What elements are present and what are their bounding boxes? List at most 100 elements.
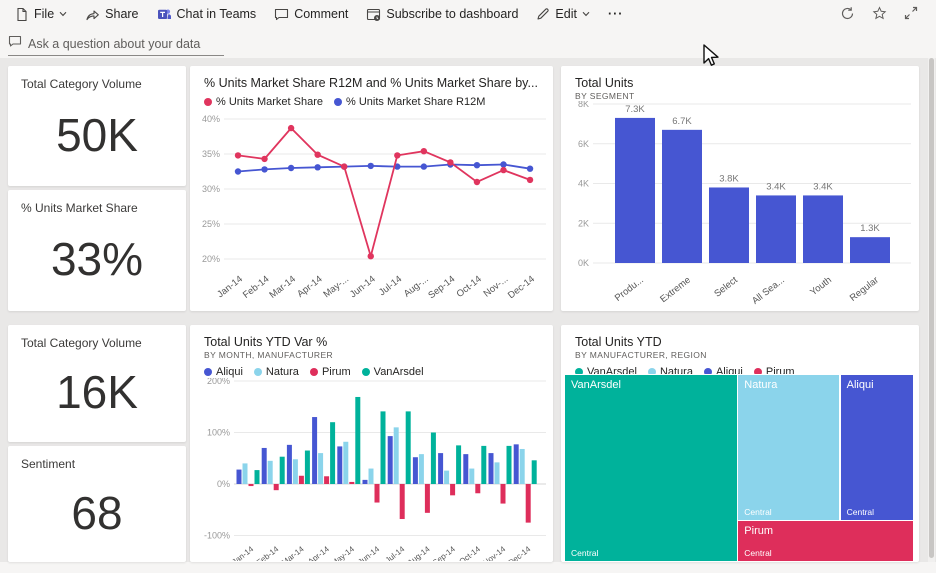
bar[interactable] — [709, 187, 749, 263]
bar[interactable] — [495, 462, 500, 484]
bar[interactable] — [520, 449, 525, 484]
bar[interactable] — [388, 436, 393, 484]
bar[interactable] — [312, 417, 317, 484]
bar[interactable] — [343, 442, 348, 484]
bar[interactable] — [293, 459, 298, 484]
bar[interactable] — [532, 460, 537, 484]
bar[interactable] — [255, 470, 260, 484]
legend-item[interactable]: Natura — [254, 366, 299, 378]
data-point[interactable] — [474, 179, 480, 185]
bar[interactable] — [456, 445, 461, 484]
data-point[interactable] — [368, 253, 374, 259]
bar[interactable] — [463, 454, 468, 484]
legend-item[interactable]: Aliqui — [204, 366, 243, 378]
bar[interactable] — [262, 448, 267, 484]
treemap-node[interactable]: AliquiCentral — [841, 375, 913, 520]
vertical-scrollbar-track[interactable] — [928, 58, 935, 562]
data-point[interactable] — [447, 159, 453, 165]
chat-in-teams-button[interactable]: Chat in Teams — [148, 1, 266, 27]
bar[interactable] — [425, 484, 430, 513]
legend-item[interactable]: VanArsdel — [362, 366, 424, 378]
data-point[interactable] — [500, 167, 506, 173]
data-point[interactable] — [421, 163, 427, 169]
bar[interactable] — [481, 446, 486, 484]
bar[interactable] — [249, 484, 254, 486]
bar[interactable] — [318, 453, 323, 484]
bar[interactable] — [450, 484, 455, 495]
bar[interactable] — [274, 484, 279, 490]
bar[interactable] — [662, 130, 702, 263]
expand-icon[interactable] — [900, 2, 922, 24]
bar[interactable] — [268, 461, 273, 484]
bar[interactable] — [475, 484, 480, 493]
bar[interactable] — [444, 471, 449, 484]
bar[interactable] — [489, 453, 494, 484]
bar[interactable] — [349, 482, 354, 484]
kpi-tile-total-category-volume-16k[interactable]: Total Category Volume 16K — [8, 325, 186, 442]
bar[interactable] — [394, 427, 399, 484]
bar[interactable] — [438, 453, 443, 484]
bar[interactable] — [381, 411, 386, 484]
bar[interactable] — [337, 446, 342, 484]
data-point[interactable] — [527, 177, 533, 183]
refresh-icon[interactable] — [836, 2, 858, 24]
bar[interactable] — [400, 484, 405, 519]
kpi-tile-sentiment[interactable]: Sentiment 68 — [8, 446, 186, 562]
data-point[interactable] — [394, 152, 400, 158]
treemap-node[interactable]: PirumCentral — [738, 521, 913, 561]
tile-ytd-var-chart[interactable]: Total Units YTD Var % BY MONTH, MANUFACT… — [190, 325, 553, 562]
bar[interactable] — [615, 118, 655, 263]
data-point[interactable] — [314, 152, 320, 158]
bar[interactable] — [330, 422, 335, 484]
edit-menu-button[interactable]: Edit — [527, 1, 599, 27]
data-point[interactable] — [235, 152, 241, 158]
bar[interactable] — [507, 446, 512, 484]
tile-ytd-treemap[interactable]: Total Units YTD BY MANUFACTURER, REGION … — [561, 325, 919, 562]
bar[interactable] — [501, 484, 506, 504]
bar[interactable] — [299, 476, 304, 484]
data-point[interactable] — [500, 161, 506, 167]
kpi-tile-units-market-share[interactable]: % Units Market Share 33% — [8, 190, 186, 311]
legend-item[interactable]: Pirum — [310, 366, 351, 378]
bar[interactable] — [469, 469, 474, 484]
bar[interactable] — [280, 457, 285, 484]
bar[interactable] — [850, 237, 890, 263]
data-point[interactable] — [314, 164, 320, 170]
bar[interactable] — [375, 484, 380, 503]
bar[interactable] — [756, 195, 796, 263]
data-point[interactable] — [288, 165, 294, 171]
data-point[interactable] — [261, 166, 267, 172]
star-icon[interactable] — [868, 2, 890, 24]
bar[interactable] — [803, 195, 843, 263]
legend-item[interactable]: % Units Market Share — [204, 96, 323, 108]
data-point[interactable] — [527, 166, 533, 172]
bar[interactable] — [243, 463, 248, 484]
data-point[interactable] — [341, 163, 347, 169]
share-button[interactable]: Share — [76, 1, 147, 27]
more-options-button[interactable]: ··· — [599, 1, 633, 27]
bar[interactable] — [355, 397, 360, 484]
tile-market-share-line-chart[interactable]: % Units Market Share R12M and % Units Ma… — [190, 66, 553, 311]
bar[interactable] — [287, 445, 292, 484]
bar[interactable] — [514, 444, 519, 484]
tile-total-units-bar-chart[interactable]: Total Units BY SEGMENT 8K6K4K2K0K7.3KPro… — [561, 66, 919, 311]
file-menu-button[interactable]: File — [6, 1, 76, 27]
bar[interactable] — [526, 484, 531, 523]
kpi-tile-total-category-volume-50k[interactable]: Total Category Volume 50K — [8, 66, 186, 186]
data-point[interactable] — [368, 163, 374, 169]
bar[interactable] — [413, 457, 418, 484]
bar[interactable] — [369, 469, 374, 484]
treemap-node[interactable]: VanArsdelCentral — [565, 375, 737, 561]
data-point[interactable] — [421, 148, 427, 154]
bar[interactable] — [406, 411, 411, 484]
bar[interactable] — [237, 470, 242, 484]
bar[interactable] — [363, 480, 368, 484]
qa-input[interactable] — [28, 37, 218, 51]
data-point[interactable] — [235, 168, 241, 174]
subscribe-button[interactable]: Subscribe to dashboard — [357, 1, 527, 27]
bar[interactable] — [419, 454, 424, 484]
vertical-scrollbar-thumb[interactable] — [929, 58, 934, 558]
legend-item[interactable]: % Units Market Share R12M — [334, 96, 485, 108]
data-point[interactable] — [474, 162, 480, 168]
bar[interactable] — [324, 476, 329, 484]
